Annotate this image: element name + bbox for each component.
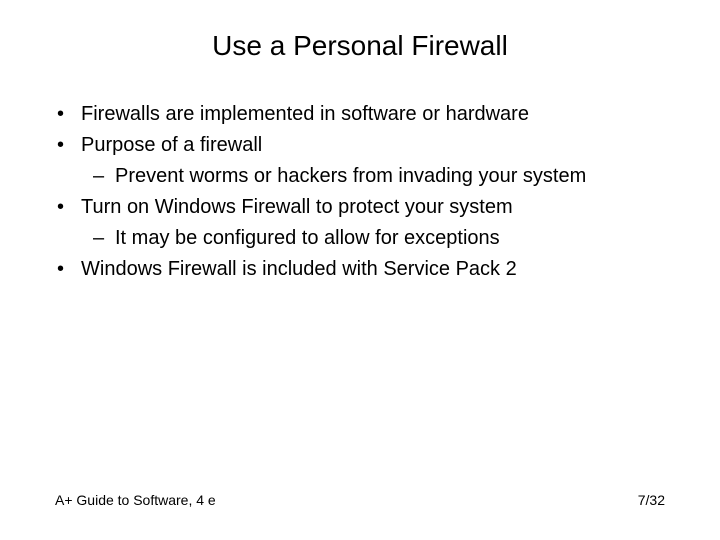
bullet-marker: • [55,100,81,129]
bullet-text: Windows Firewall is included with Servic… [81,255,665,284]
bullet-item: • Purpose of a firewall [55,131,665,160]
bullet-text: Purpose of a firewall [81,131,665,160]
bullet-text: Prevent worms or hackers from invading y… [115,162,665,191]
bullet-marker: – [93,162,115,191]
sub-bullet-item: – Prevent worms or hackers from invading… [55,162,665,191]
bullet-marker: • [55,131,81,160]
footer-left: A+ Guide to Software, 4 e [55,492,216,508]
slide-content: • Firewalls are implemented in software … [55,100,665,284]
bullet-item: • Turn on Windows Firewall to protect yo… [55,193,665,222]
footer-right: 7/32 [638,492,665,508]
bullet-text: Firewalls are implemented in software or… [81,100,665,129]
slide: Use a Personal Firewall • Firewalls are … [0,0,720,540]
slide-footer: A+ Guide to Software, 4 e 7/32 [55,492,665,508]
bullet-item: • Windows Firewall is included with Serv… [55,255,665,284]
bullet-text: It may be configured to allow for except… [115,224,665,253]
slide-title: Use a Personal Firewall [55,30,665,62]
bullet-marker: • [55,255,81,284]
bullet-text: Turn on Windows Firewall to protect your… [81,193,665,222]
bullet-item: • Firewalls are implemented in software … [55,100,665,129]
bullet-marker: – [93,224,115,253]
bullet-marker: • [55,193,81,222]
sub-bullet-item: – It may be configured to allow for exce… [55,224,665,253]
